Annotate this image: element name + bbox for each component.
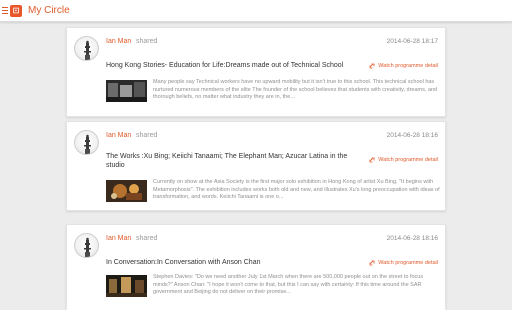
post-thumbnail[interactable] bbox=[106, 80, 147, 102]
app-bar: ⊡ My Circle bbox=[0, 0, 512, 22]
avatar[interactable] bbox=[74, 233, 99, 258]
watch-programme-link[interactable]: Watch programme detail bbox=[369, 63, 438, 69]
link-icon bbox=[369, 157, 375, 163]
avatar[interactable] bbox=[74, 36, 99, 61]
post-title[interactable]: In Conversation:In Conversation with Ans… bbox=[106, 258, 351, 267]
author-name[interactable]: Ian Man bbox=[106, 132, 131, 139]
post-card[interactable]: Ian Man shared 2014-06-28 18:16 The Work… bbox=[66, 121, 446, 211]
author-name[interactable]: Ian Man bbox=[106, 235, 131, 242]
watch-programme-label: Watch programme detail bbox=[378, 157, 438, 163]
app-title: My Circle bbox=[28, 5, 70, 16]
app-logo-icon[interactable]: ⊡ bbox=[10, 4, 22, 17]
post-excerpt: Currently on show at the Asia Society is… bbox=[153, 179, 440, 200]
post-excerpt: Stephen Davies: "Do we need another July… bbox=[153, 274, 424, 295]
post-timestamp: 2014-06-28 18:16 bbox=[386, 132, 438, 139]
post-card[interactable]: Ian Man shared 2014-06-28 18:16 In Conve… bbox=[66, 224, 446, 310]
watch-programme-label: Watch programme detail bbox=[378, 260, 438, 266]
shared-label: shared bbox=[136, 235, 158, 242]
watch-programme-link[interactable]: Watch programme detail bbox=[369, 260, 438, 266]
post-card[interactable]: Ian Man shared 2014-06-28 18:17 Hong Kon… bbox=[66, 27, 446, 117]
post-title[interactable]: The Works :Xu Bing; Keiichi Tanaami; The… bbox=[106, 152, 351, 170]
author-name[interactable]: Ian Man bbox=[106, 38, 131, 45]
post-excerpt: Many people say Technical workers have n… bbox=[153, 79, 438, 100]
watch-programme-label: Watch programme detail bbox=[378, 63, 438, 69]
link-icon bbox=[369, 63, 375, 69]
shared-label: shared bbox=[136, 132, 158, 139]
post-thumbnail[interactable] bbox=[106, 275, 147, 297]
shared-label: shared bbox=[136, 38, 158, 45]
link-icon bbox=[369, 260, 375, 266]
menu-icon[interactable] bbox=[2, 7, 8, 14]
post-title[interactable]: Hong Kong Stories- Education for Life:Dr… bbox=[106, 61, 351, 70]
avatar[interactable] bbox=[74, 130, 99, 155]
watch-programme-link[interactable]: Watch programme detail bbox=[369, 157, 438, 163]
post-timestamp: 2014-06-28 18:17 bbox=[386, 38, 438, 45]
post-timestamp: 2014-06-28 18:16 bbox=[386, 235, 438, 242]
post-thumbnail[interactable] bbox=[106, 180, 147, 202]
